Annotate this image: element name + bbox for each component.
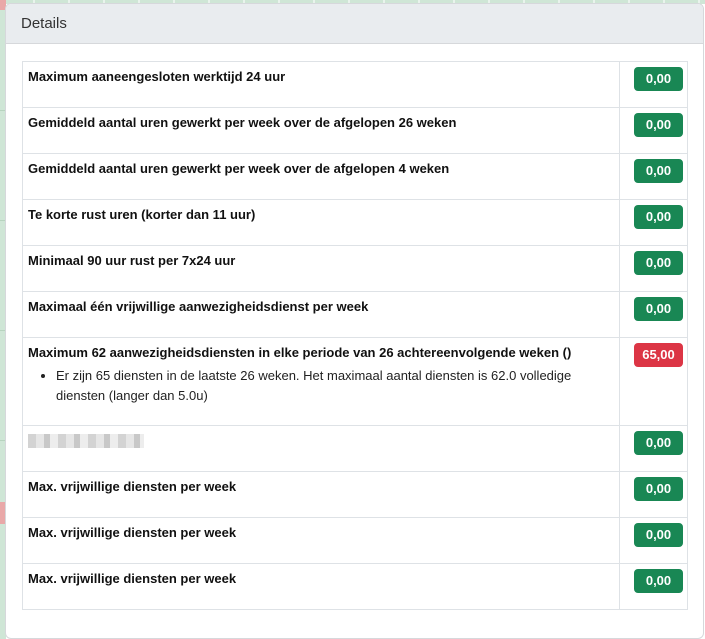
- status-badge: 0,00: [634, 67, 683, 91]
- rules-table: Maximum aaneengesloten werktijd 24 uur 0…: [21, 61, 688, 610]
- status-badge: 0,00: [634, 205, 683, 229]
- status-badge: 0,00: [634, 251, 683, 275]
- status-badge: 0,00: [634, 113, 683, 137]
- rule-label: Max. vrijwillige diensten per week: [21, 471, 621, 518]
- table-row: Gemiddeld aantal uren gewerkt per week o…: [21, 153, 688, 200]
- panel-header: Details: [6, 4, 703, 44]
- panel-title: Details: [21, 15, 67, 32]
- rule-label: Gemiddeld aantal uren gewerkt per week o…: [21, 107, 621, 154]
- rule-label: Te korte rust uren (korter dan 11 uur): [21, 199, 621, 246]
- table-row: Max. vrijwillige diensten per week 0,00: [21, 563, 688, 610]
- rule-label: Maximum 62 aanwezigheidsdiensten in elke…: [28, 345, 572, 360]
- rule-label: Maximaal één vrijwillige aanwezigheidsdi…: [21, 291, 621, 338]
- details-panel: Details Maximum aaneengesloten werktijd …: [5, 3, 704, 639]
- table-row: Maximaal één vrijwillige aanwezigheidsdi…: [21, 291, 688, 338]
- rule-label: Maximum aaneengesloten werktijd 24 uur: [21, 61, 621, 108]
- table-row: 0,00: [21, 425, 688, 472]
- violation-details: Er zijn 65 diensten in de laatste 26 wek…: [28, 366, 614, 406]
- status-badge: 0,00: [634, 297, 683, 321]
- rule-label: Max. vrijwillige diensten per week: [21, 517, 621, 564]
- status-badge: 0,00: [634, 159, 683, 183]
- rule-cell-violation: Maximum 62 aanwezigheidsdiensten in elke…: [21, 337, 621, 426]
- rule-label: Gemiddeld aantal uren gewerkt per week o…: [21, 153, 621, 200]
- rule-label: Max. vrijwillige diensten per week: [21, 563, 621, 610]
- table-row: Max. vrijwillige diensten per week 0,00: [21, 517, 688, 564]
- status-badge: 0,00: [634, 431, 683, 455]
- violation-detail-item: Er zijn 65 diensten in de laatste 26 wek…: [56, 366, 614, 406]
- table-row: Minimaal 90 uur rust per 7x24 uur 0,00: [21, 245, 688, 292]
- status-badge: 0,00: [634, 569, 683, 593]
- table-row: Gemiddeld aantal uren gewerkt per week o…: [21, 107, 688, 154]
- table-row: Maximum 62 aanwezigheidsdiensten in elke…: [21, 337, 688, 426]
- rule-label: Minimaal 90 uur rust per 7x24 uur: [21, 245, 621, 292]
- table-row: Maximum aaneengesloten werktijd 24 uur 0…: [21, 61, 688, 108]
- status-badge: 0,00: [634, 477, 683, 501]
- table-row: Max. vrijwillige diensten per week 0,00: [21, 471, 688, 518]
- rule-label-redacted: [21, 425, 621, 472]
- table-row: Te korte rust uren (korter dan 11 uur) 0…: [21, 199, 688, 246]
- status-badge: 0,00: [634, 523, 683, 547]
- status-badge-violation: 65,00: [634, 343, 683, 367]
- redacted-text: [28, 434, 144, 448]
- rules-table-wrapper: Maximum aaneengesloten werktijd 24 uur 0…: [21, 61, 688, 610]
